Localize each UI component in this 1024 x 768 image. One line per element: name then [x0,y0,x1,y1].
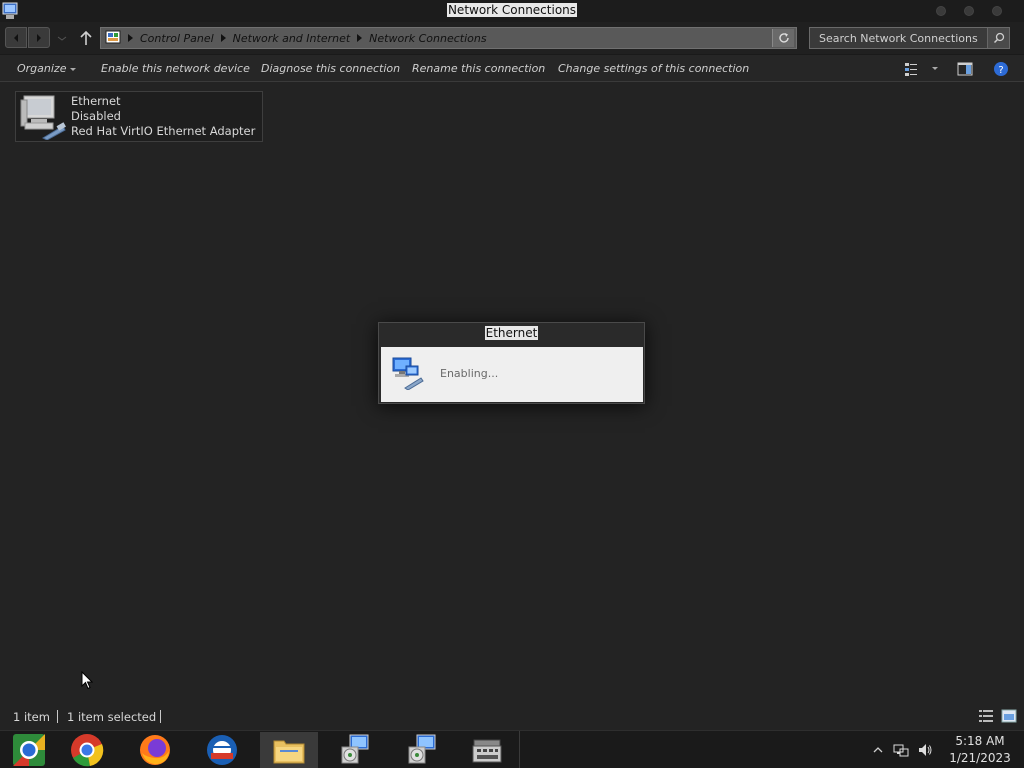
close-button[interactable] [992,6,1002,16]
taskbar-divider [519,731,520,768]
details-view-icon[interactable] [978,709,994,723]
taskbar-chrome[interactable] [58,732,116,768]
taskbar-network-installer-2[interactable] [393,732,451,768]
chromium-icon [13,734,45,766]
network-status-icon[interactable] [893,742,909,758]
title-bar: Network Connections [0,0,1024,22]
status-bar: 1 item 1 item selected [0,704,1024,730]
organize-button[interactable]: Organize [17,62,77,75]
breadcrumb-network-and-internet[interactable]: Network and Internet [233,32,351,45]
connection-status: Disabled [71,109,121,123]
window-title: Network Connections [446,3,578,17]
dialog-title: Ethernet [484,326,539,340]
large-icons-view-icon[interactable] [1001,709,1017,723]
status-divider [57,710,58,723]
connection-name: Ethernet [71,94,121,108]
change-settings-button[interactable]: Change settings of this connection [558,62,749,75]
address-row: Control Panel Network and Internet Netwo… [0,22,1024,54]
refresh-icon [778,33,789,43]
maximize-button[interactable] [964,6,974,16]
breadcrumb-network-connections[interactable]: Network Connections [369,32,486,45]
rename-connection-button[interactable]: Rename this connection [412,62,545,75]
taskbar-chromium[interactable] [0,732,58,768]
view-options-chevron-icon[interactable] [932,67,938,70]
enabling-dialog[interactable]: Ethernet Enabling... [378,322,645,404]
cash-register-icon [472,739,502,763]
connection-details: Ethernet Disabled Red Hat VirtIO Etherne… [71,94,255,139]
chevron-down-icon [70,67,77,71]
dialog-body: Enabling... [381,347,643,402]
command-bar: Organize Enable this network device Diag… [0,54,1024,82]
mouse-cursor-icon [81,671,93,690]
firefox-icon [140,735,170,765]
outlook-icon [207,735,237,765]
network-installer-icon [341,734,369,764]
item-count: 1 item [13,710,50,724]
show-hidden-icons-chevron-icon[interactable] [870,742,886,758]
help-icon[interactable]: ? [993,61,1009,77]
network-connection-icon [392,357,424,390]
dialog-message: Enabling... [440,367,499,380]
refresh-button[interactable] [772,29,794,47]
breadcrumb-separator-icon[interactable] [220,34,226,42]
selection-count: 1 item selected [67,710,157,724]
taskbar-network-installer-1[interactable] [326,732,384,768]
connection-item-ethernet[interactable]: Ethernet Disabled Red Hat VirtIO Etherne… [15,91,263,142]
volume-icon[interactable] [917,742,933,758]
search-input[interactable]: Search Network Connections [809,27,1010,49]
clock-time[interactable]: 5:18 AM [950,734,1010,748]
address-bar[interactable]: Control Panel Network and Internet Netwo… [100,27,797,49]
up-arrow-icon [80,30,92,45]
change-view-icon[interactable] [903,61,919,77]
breadcrumb-separator-icon[interactable] [357,34,363,42]
breadcrumb-separator-icon[interactable] [128,34,133,42]
up-button[interactable] [78,28,94,48]
network-installer-icon [408,734,436,764]
chrome-icon [71,734,104,767]
control-panel-icon [105,30,121,44]
back-button[interactable] [5,27,27,48]
taskbar-outlook[interactable] [193,732,251,768]
taskbar: 5:18 AM 1/21/2023 [0,730,1024,768]
preview-pane-icon[interactable] [957,61,973,77]
search-placeholder: Search Network Connections [819,31,978,45]
taskbar-file-explorer[interactable] [260,732,318,768]
search-button[interactable] [987,28,1009,48]
connection-adapter: Red Hat VirtIO Ethernet Adapter [71,124,256,138]
back-arrow-icon [14,33,18,42]
svg-text:?: ? [998,65,1003,76]
enable-network-device-button[interactable]: Enable this network device [101,62,250,75]
minimize-button[interactable] [936,6,946,16]
recent-locations-chevron-icon[interactable] [56,34,68,42]
forward-button[interactable] [28,27,50,48]
network-adapter-icon [20,95,66,140]
status-divider [160,710,161,723]
file-explorer-icon [273,740,305,764]
breadcrumb-control-panel[interactable]: Control Panel [140,32,214,45]
clock-date[interactable]: 1/21/2023 [944,751,1016,765]
forward-arrow-icon [37,33,41,42]
diagnose-connection-button[interactable]: Diagnose this connection [261,62,400,75]
taskbar-firefox[interactable] [126,732,184,768]
search-icon [993,32,1004,44]
taskbar-cash-register[interactable] [458,732,516,768]
